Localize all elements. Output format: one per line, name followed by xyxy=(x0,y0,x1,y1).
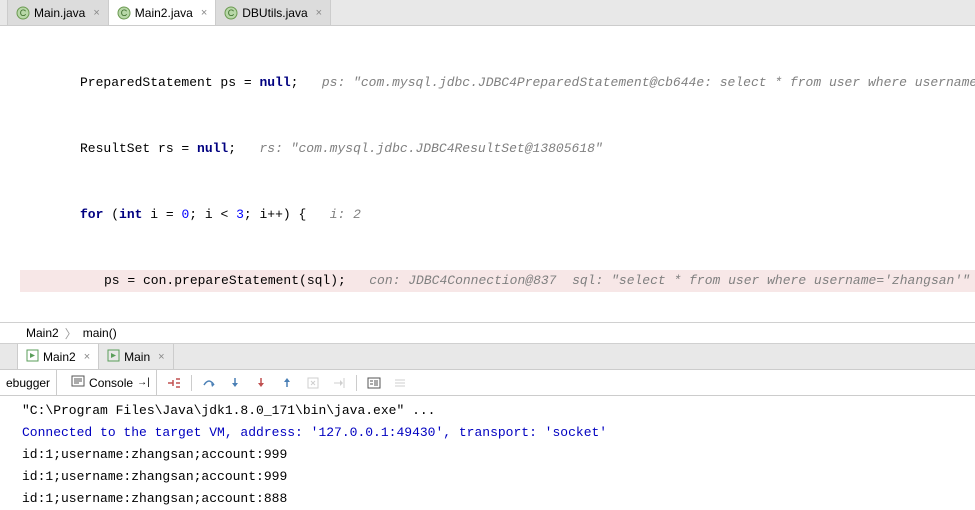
console-output[interactable]: "C:\Program Files\Java\jdk1.8.0_171\bin\… xyxy=(0,396,975,510)
tab-label: Main.java xyxy=(34,6,85,20)
chevron-right-icon: 〉 xyxy=(65,325,77,342)
java-class-icon: C xyxy=(224,6,238,20)
svg-text:C: C xyxy=(228,8,235,18)
debug-tab-main[interactable]: Main × xyxy=(99,344,173,369)
java-class-icon: C xyxy=(117,6,131,20)
debugger-tabs: Main2 × Main × xyxy=(0,344,975,370)
console-line: Connected to the target VM, address: '12… xyxy=(22,422,975,444)
close-icon[interactable]: × xyxy=(201,7,207,19)
force-step-into-icon[interactable] xyxy=(252,374,270,392)
console-line: id:1;username:zhangsan;account:999 xyxy=(22,466,975,488)
evaluate-icon[interactable] xyxy=(365,374,383,392)
debug-tab-main2[interactable]: Main2 × xyxy=(18,344,99,369)
console-line: id:1;username:zhangsan;account:999 xyxy=(22,444,975,466)
settings-icon[interactable] xyxy=(391,374,409,392)
close-icon[interactable]: × xyxy=(158,351,164,363)
svg-text:C: C xyxy=(20,8,27,18)
debugger-toolbar: ebugger Console →| xyxy=(0,370,975,396)
console-tab-button[interactable]: Console →| xyxy=(65,370,157,395)
tab-label: DBUtils.java xyxy=(242,6,307,20)
breadcrumb: Main2 〉 main() xyxy=(0,322,975,344)
step-into-icon[interactable] xyxy=(226,374,244,392)
tab-label: Main2.java xyxy=(135,6,193,20)
tab-main2-java[interactable]: C Main2.java × xyxy=(109,0,216,25)
console-icon xyxy=(71,374,85,391)
svg-text:C: C xyxy=(121,8,128,18)
step-out-icon[interactable] xyxy=(278,374,296,392)
run-config-icon xyxy=(26,349,39,365)
console-line: id:1;username:zhangsan;account:888 xyxy=(22,488,975,510)
debug-tab-label: Main xyxy=(124,350,150,364)
breadcrumb-item[interactable]: main() xyxy=(83,326,117,340)
run-config-icon xyxy=(107,349,120,365)
code-editor[interactable]: PreparedStatement ps = null; ps: "com.my… xyxy=(0,26,975,322)
breadcrumb-item[interactable]: Main2 xyxy=(26,326,59,340)
run-to-cursor-icon[interactable] xyxy=(330,374,348,392)
editor-tabs: C Main.java × C Main2.java × C DBUtils.j… xyxy=(0,0,975,26)
debug-tab-label: Main2 xyxy=(43,350,76,364)
code-line-execution: ps = con.prepareStatement(sql); con: JDB… xyxy=(20,270,975,292)
tab-sliver xyxy=(0,0,8,25)
drop-frame-icon[interactable] xyxy=(304,374,322,392)
debugger-tab-button[interactable]: ebugger xyxy=(0,370,57,395)
close-icon[interactable]: × xyxy=(84,351,90,363)
close-icon[interactable]: × xyxy=(93,7,99,19)
java-class-icon: C xyxy=(16,6,30,20)
code-line: ResultSet rs = null; rs: "com.mysql.jdbc… xyxy=(20,138,975,160)
console-line: "C:\Program Files\Java\jdk1.8.0_171\bin\… xyxy=(22,400,975,422)
step-over-icon[interactable] xyxy=(200,374,218,392)
code-line: PreparedStatement ps = null; ps: "com.my… xyxy=(20,72,975,94)
close-icon[interactable]: × xyxy=(316,7,322,19)
tab-main-java[interactable]: C Main.java × xyxy=(8,0,109,25)
step-toggle-icon[interactable] xyxy=(165,374,183,392)
tab-dbutils-java[interactable]: C DBUtils.java × xyxy=(216,0,331,25)
code-line: for (int i = 0; i < 3; i++) { i: 2 xyxy=(20,204,975,226)
arrow-right-icon: →| xyxy=(137,377,150,388)
